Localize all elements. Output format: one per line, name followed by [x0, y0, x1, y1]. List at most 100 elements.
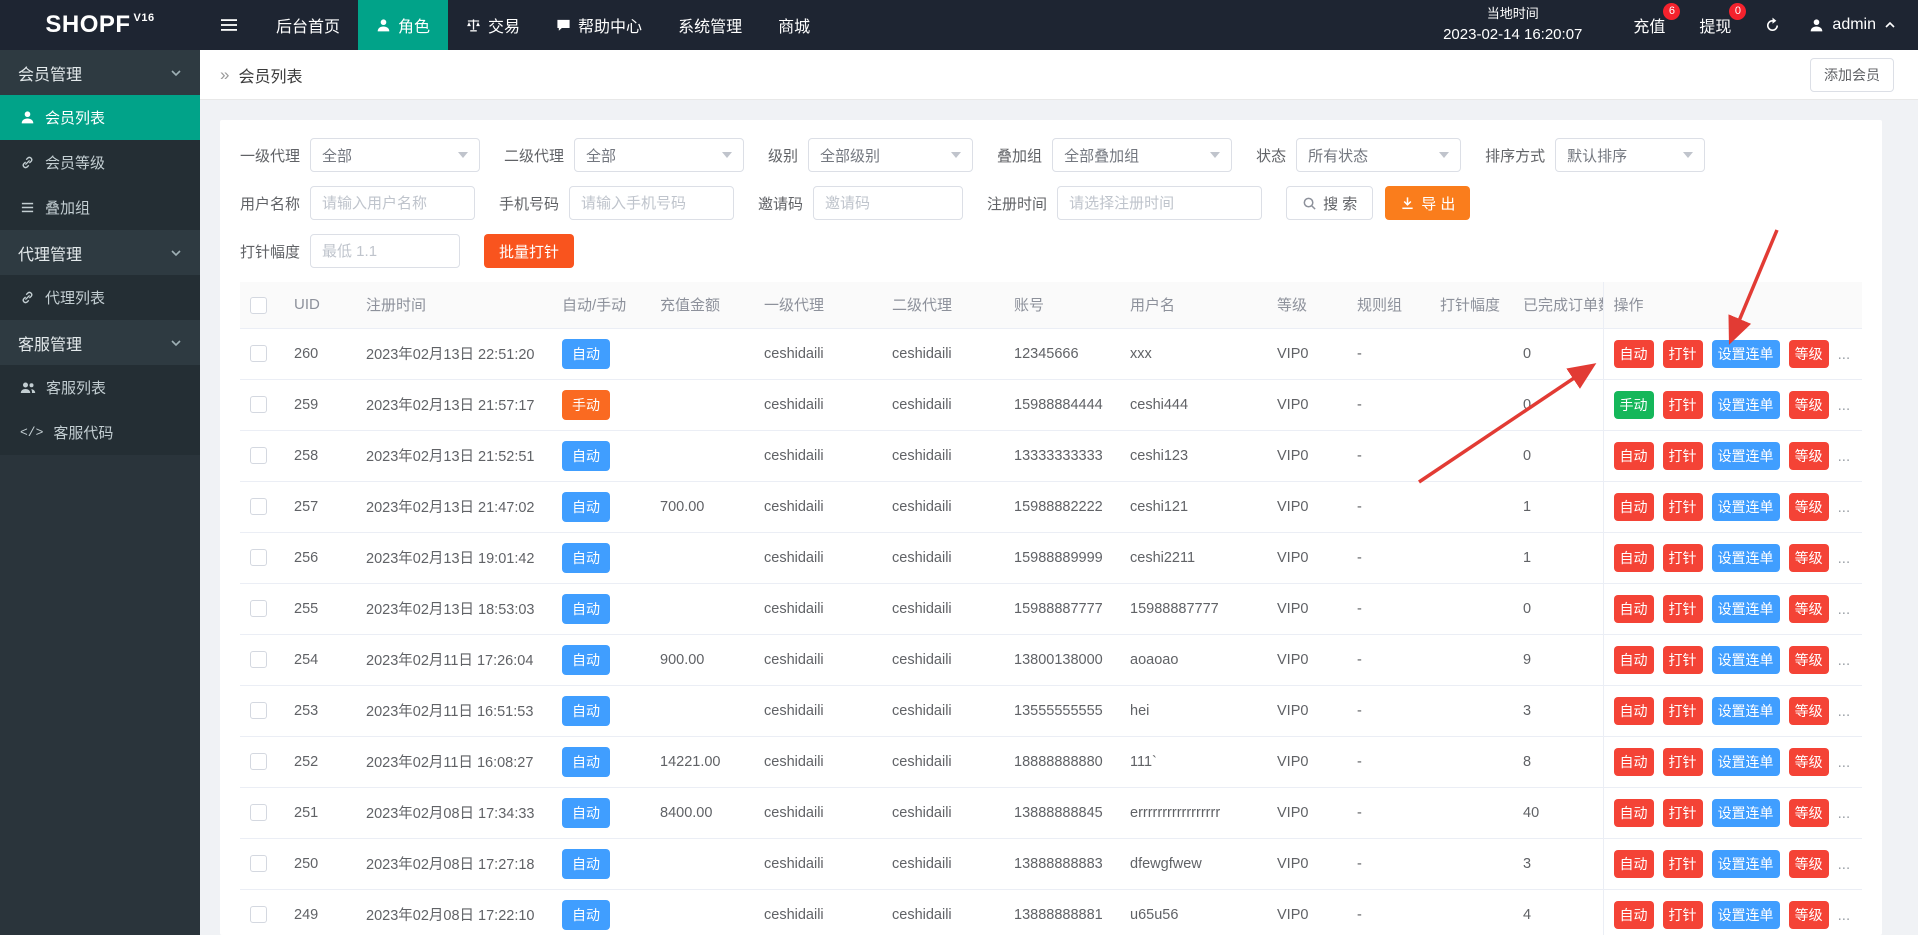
row-checkbox[interactable]	[250, 855, 267, 872]
needle-button[interactable]: 打针	[1663, 544, 1703, 572]
row-checkbox[interactable]	[250, 651, 267, 668]
withdraw-notifications[interactable]: 提现 0	[1682, 0, 1748, 50]
row-checkbox[interactable]	[250, 447, 267, 464]
more-actions[interactable]: ...	[1838, 499, 1851, 516]
needle-button[interactable]: 打针	[1663, 697, 1703, 725]
mode-toggle-button[interactable]: 自动	[1614, 544, 1654, 572]
more-actions[interactable]: ...	[1838, 448, 1851, 465]
row-checkbox[interactable]	[250, 804, 267, 821]
sidebar-item-overlay-group[interactable]: 叠加组	[0, 185, 200, 230]
row-checkbox[interactable]	[250, 396, 267, 413]
sidebar-group-agent-management[interactable]: 代理管理	[0, 230, 200, 275]
more-actions[interactable]: ...	[1838, 550, 1851, 567]
more-actions[interactable]: ...	[1838, 907, 1851, 924]
set-chain-button[interactable]: 设置连单	[1712, 442, 1780, 470]
level-button[interactable]: 等级	[1789, 697, 1829, 725]
level-select[interactable]: 全部级别	[808, 138, 973, 172]
agent2-select[interactable]: 全部	[574, 138, 744, 172]
nav-trade[interactable]: 交易	[448, 0, 538, 50]
needle-button[interactable]: 打针	[1663, 493, 1703, 521]
mode-toggle-button[interactable]: 自动	[1614, 850, 1654, 878]
select-all-checkbox[interactable]	[250, 297, 267, 314]
mode-toggle-button[interactable]: 手动	[1614, 391, 1654, 419]
more-actions[interactable]: ...	[1838, 754, 1851, 771]
more-actions[interactable]: ...	[1838, 601, 1851, 618]
overlay-group-select[interactable]: 全部叠加组	[1052, 138, 1232, 172]
row-checkbox[interactable]	[250, 753, 267, 770]
more-actions[interactable]: ...	[1838, 652, 1851, 669]
needle-button[interactable]: 打针	[1663, 646, 1703, 674]
level-button[interactable]: 等级	[1789, 646, 1829, 674]
row-checkbox[interactable]	[250, 549, 267, 566]
level-button[interactable]: 等级	[1789, 595, 1829, 623]
level-button[interactable]: 等级	[1789, 493, 1829, 521]
sidebar-item-member-list[interactable]: 会员列表	[0, 95, 200, 140]
more-actions[interactable]: ...	[1838, 856, 1851, 873]
sidebar-group-service-management[interactable]: 客服管理	[0, 320, 200, 365]
export-button[interactable]: 导 出	[1385, 186, 1470, 220]
level-button[interactable]: 等级	[1789, 850, 1829, 878]
level-button[interactable]: 等级	[1789, 340, 1829, 368]
needle-range-input[interactable]	[310, 234, 460, 268]
needle-button[interactable]: 打针	[1663, 901, 1703, 929]
sidebar-group-member-management[interactable]: 会员管理	[0, 50, 200, 95]
search-button[interactable]: 搜 索	[1286, 186, 1373, 220]
set-chain-button[interactable]: 设置连单	[1712, 697, 1780, 725]
status-select[interactable]: 所有状态	[1296, 138, 1461, 172]
set-chain-button[interactable]: 设置连单	[1712, 748, 1780, 776]
mode-toggle-button[interactable]: 自动	[1614, 748, 1654, 776]
mode-toggle-button[interactable]: 自动	[1614, 493, 1654, 521]
sidebar-item-service-code[interactable]: </> 客服代码	[0, 410, 200, 455]
set-chain-button[interactable]: 设置连单	[1712, 646, 1780, 674]
nav-role[interactable]: 角色	[358, 0, 448, 50]
set-chain-button[interactable]: 设置连单	[1712, 544, 1780, 572]
row-checkbox[interactable]	[250, 345, 267, 362]
mode-toggle-button[interactable]: 自动	[1614, 340, 1654, 368]
refresh-button[interactable]	[1748, 0, 1797, 50]
add-member-button[interactable]: 添加会员	[1810, 58, 1894, 92]
needle-button[interactable]: 打针	[1663, 391, 1703, 419]
hamburger-menu-button[interactable]	[200, 0, 258, 50]
sidebar-item-agent-list[interactable]: 代理列表	[0, 275, 200, 320]
level-button[interactable]: 等级	[1789, 442, 1829, 470]
needle-button[interactable]: 打针	[1663, 595, 1703, 623]
mode-toggle-button[interactable]: 自动	[1614, 595, 1654, 623]
mode-toggle-button[interactable]: 自动	[1614, 697, 1654, 725]
more-actions[interactable]: ...	[1838, 397, 1851, 414]
sidebar-item-member-level[interactable]: 会员等级	[0, 140, 200, 185]
username-input[interactable]	[310, 186, 475, 220]
mode-toggle-button[interactable]: 自动	[1614, 442, 1654, 470]
admin-menu[interactable]: admin	[1797, 0, 1918, 50]
nav-help-center[interactable]: 帮助中心	[538, 0, 660, 50]
set-chain-button[interactable]: 设置连单	[1712, 799, 1780, 827]
mode-toggle-button[interactable]: 自动	[1614, 799, 1654, 827]
needle-button[interactable]: 打针	[1663, 748, 1703, 776]
mode-toggle-button[interactable]: 自动	[1614, 646, 1654, 674]
needle-button[interactable]: 打针	[1663, 340, 1703, 368]
register-time-input[interactable]	[1057, 186, 1262, 220]
more-actions[interactable]: ...	[1838, 703, 1851, 720]
nav-mall[interactable]: 商城	[760, 0, 828, 50]
more-actions[interactable]: ...	[1838, 805, 1851, 822]
recharge-notifications[interactable]: 充值 6	[1616, 0, 1682, 50]
batch-needle-button[interactable]: 批量打针	[484, 234, 574, 268]
level-button[interactable]: 等级	[1789, 391, 1829, 419]
set-chain-button[interactable]: 设置连单	[1712, 901, 1780, 929]
nav-system[interactable]: 系统管理	[660, 0, 760, 50]
needle-button[interactable]: 打针	[1663, 850, 1703, 878]
level-button[interactable]: 等级	[1789, 799, 1829, 827]
sort-select[interactable]: 默认排序	[1555, 138, 1705, 172]
phone-input[interactable]	[569, 186, 734, 220]
sidebar-item-service-list[interactable]: 客服列表	[0, 365, 200, 410]
row-checkbox[interactable]	[250, 600, 267, 617]
needle-button[interactable]: 打针	[1663, 799, 1703, 827]
row-checkbox[interactable]	[250, 498, 267, 515]
agent1-select[interactable]: 全部	[310, 138, 480, 172]
set-chain-button[interactable]: 设置连单	[1712, 493, 1780, 521]
invite-code-input[interactable]	[813, 186, 963, 220]
more-actions[interactable]: ...	[1838, 346, 1851, 363]
mode-toggle-button[interactable]: 自动	[1614, 901, 1654, 929]
level-button[interactable]: 等级	[1789, 748, 1829, 776]
needle-button[interactable]: 打针	[1663, 442, 1703, 470]
level-button[interactable]: 等级	[1789, 901, 1829, 929]
